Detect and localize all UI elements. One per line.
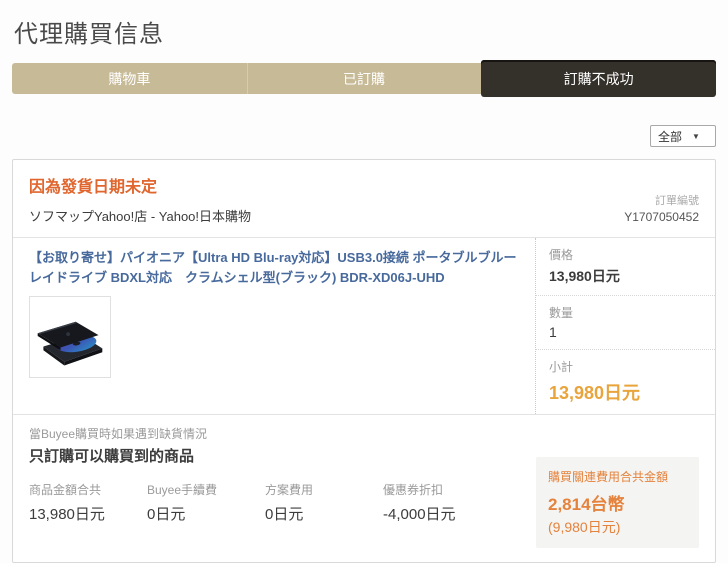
total-coupon-discount: 優惠券折扣 -4,000日元 <box>383 481 501 524</box>
grand-total-twd: 2,814台幣 <box>548 495 625 514</box>
availability-note-label: 當Buyee購買時如果遇到缺貨情況 <box>29 427 208 441</box>
tab-ordered[interactable]: 已訂購 <box>247 63 482 94</box>
tab-order-failed[interactable]: 訂購不成功 <box>481 60 717 97</box>
price-value: 13,980日元 <box>549 268 620 284</box>
subtotal-cell: 小計 13,980日元 <box>536 349 715 414</box>
subtotal-value: 13,980日元 <box>549 383 641 403</box>
total-buyee-fee: Buyee手續費 0日元 <box>147 481 265 524</box>
subtotal-label: 小計 <box>549 360 574 374</box>
order-number-block: 訂單編號 Y1707050452 <box>624 194 699 225</box>
quantity-label: 數量 <box>549 306 574 320</box>
total-label: 方案費用 <box>265 483 314 497</box>
totals-row: 商品金額合共 13,980日元 Buyee手續費 0日元 方案費用 0日元 優惠… <box>29 481 536 524</box>
tab-cart[interactable]: 購物車 <box>12 63 247 94</box>
total-item-amount: 商品金額合共 13,980日元 <box>29 481 147 524</box>
order-header-left: 因為發貨日期未定 ソフマップYahoo!店 - Yahoo!日本購物 <box>29 173 251 225</box>
order-card-footer: 當Buyee購買時如果遇到缺貨情況 只訂購可以購買到的商品 商品金額合共 13,… <box>13 414 715 562</box>
order-card-header: 因為發貨日期未定 ソフマップYahoo!店 - Yahoo!日本購物 訂單編號 … <box>13 160 715 238</box>
availability-note: 只訂購可以購買到的商品 <box>29 448 195 465</box>
order-number-value: Y1707050452 <box>624 209 699 224</box>
total-value: 0日元 <box>147 506 186 523</box>
order-card: 因為發貨日期未定 ソフマップYahoo!店 - Yahoo!日本購物 訂單編號 … <box>12 159 716 563</box>
total-label: 優惠券折扣 <box>383 483 444 497</box>
order-number-label: 訂單編號 <box>655 194 699 207</box>
total-label: 商品金額合共 <box>29 483 102 497</box>
price-cell: 價格 13,980日元 <box>536 238 715 295</box>
product-row: 【お取り寄せ】パイオニア【Ultra HD Blu-ray対応】USB3.0接続… <box>13 238 715 414</box>
total-value: 0日元 <box>265 506 304 523</box>
order-status-tabs: 購物車 已訂購 訂購不成功 <box>12 60 717 97</box>
price-column: 價格 13,980日元 數量 1 小計 13,980日元 <box>535 238 715 414</box>
product-main: 【お取り寄せ】パイオニア【Ultra HD Blu-ray対応】USB3.0接続… <box>13 238 535 414</box>
grand-total-box: 購買關連費用合共金額 2,814台幣 (9,980日元) <box>536 457 699 548</box>
quantity-cell: 數量 1 <box>536 295 715 349</box>
total-value: 13,980日元 <box>29 506 105 523</box>
product-image <box>29 296 111 378</box>
filter-select[interactable]: 全部 ▼ <box>650 125 716 147</box>
proxy-purchase-page: 代理購買信息 購物車 已訂購 訂購不成功 全部 ▼ 因為發貨日期未定 ソフマップ… <box>0 0 728 563</box>
filter-row: 全部 ▼ <box>12 125 716 147</box>
store-name: ソフマップYahoo!店 - Yahoo!日本購物 <box>29 209 252 224</box>
quantity-value: 1 <box>549 324 557 340</box>
bluray-drive-image <box>37 321 103 366</box>
price-label: 價格 <box>549 248 574 262</box>
product-title-link[interactable]: 【お取り寄せ】パイオニア【Ultra HD Blu-ray対応】USB3.0接続… <box>29 248 521 287</box>
total-label: Buyee手續費 <box>147 483 218 497</box>
chevron-down-icon: ▼ <box>692 131 700 141</box>
total-value: -4,000日元 <box>383 506 456 523</box>
grand-total-jpy: (9,980日元) <box>548 519 621 535</box>
total-plan-fee: 方案費用 0日元 <box>265 481 383 524</box>
order-status-message: 因為發貨日期未定 <box>29 179 158 196</box>
footer-left: 當Buyee購買時如果遇到缺貨情況 只訂購可以購買到的商品 商品金額合共 13,… <box>29 425 536 548</box>
page-title: 代理購買信息 <box>14 21 164 48</box>
filter-selected-value: 全部 <box>658 129 683 144</box>
grand-total-label: 購買關連費用合共金額 <box>548 470 669 484</box>
